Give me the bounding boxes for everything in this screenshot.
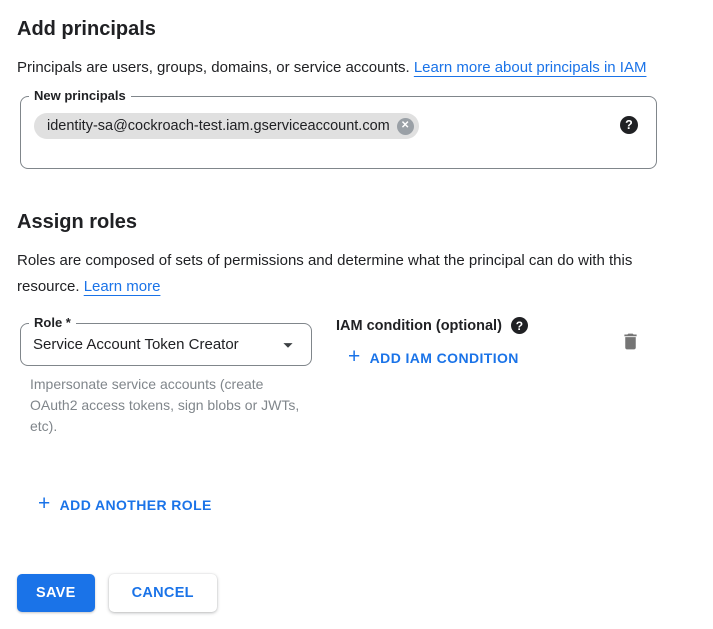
- add-another-role-button[interactable]: + ADD ANOTHER ROLE: [38, 497, 212, 513]
- trash-icon: [620, 340, 641, 355]
- learn-more-roles-link[interactable]: Learn more: [84, 278, 161, 295]
- learn-more-principals-link[interactable]: Learn more about principals in IAM: [414, 59, 647, 76]
- role-select[interactable]: Role * Service Account Token Creator: [20, 323, 312, 366]
- add-another-role-label: ADD ANOTHER ROLE: [60, 497, 212, 513]
- role-select-value: Service Account Token Creator: [33, 336, 269, 353]
- iam-condition-help-icon[interactable]: ?: [511, 317, 528, 334]
- dropdown-arrow-icon: [277, 334, 299, 356]
- add-iam-condition-button[interactable]: + ADD IAM CONDITION: [348, 350, 519, 366]
- cancel-button[interactable]: CANCEL: [109, 574, 217, 612]
- dialog-actions: SAVE CANCEL: [17, 574, 696, 612]
- role-column: Role * Service Account Token Creator Imp…: [20, 323, 312, 516]
- assign-roles-title: Assign roles: [17, 210, 696, 234]
- add-principals-panel: Add principals Principals are users, gro…: [0, 0, 713, 612]
- plus-icon: +: [38, 496, 51, 512]
- assign-roles-paragraph: Roles are composed of sets of permission…: [17, 248, 669, 300]
- save-button[interactable]: SAVE: [17, 574, 95, 612]
- chip-remove-icon[interactable]: ✕: [397, 118, 414, 135]
- page-title: Add principals: [17, 17, 696, 41]
- delete-role-button[interactable]: [618, 329, 643, 354]
- intro-text: Principals are users, groups, domains, o…: [17, 59, 414, 76]
- role-row: Role * Service Account Token Creator Imp…: [17, 323, 696, 516]
- plus-icon: +: [348, 349, 361, 365]
- role-select-label: Role *: [29, 315, 76, 331]
- new-principals-field[interactable]: New principals identity-sa@cockroach-tes…: [20, 96, 657, 169]
- intro-paragraph: Principals are users, groups, domains, o…: [17, 55, 669, 81]
- new-principals-label: New principals: [29, 88, 131, 104]
- iam-condition-label: IAM condition (optional): [336, 318, 502, 334]
- principal-chip-value: identity-sa@cockroach-test.iam.gservicea…: [47, 118, 390, 134]
- role-helper-text: Impersonate service accounts (create OAu…: [30, 374, 312, 437]
- principal-chip: identity-sa@cockroach-test.iam.gservicea…: [34, 113, 419, 139]
- add-iam-condition-label: ADD IAM CONDITION: [370, 350, 519, 366]
- principals-help-icon[interactable]: ?: [620, 116, 638, 134]
